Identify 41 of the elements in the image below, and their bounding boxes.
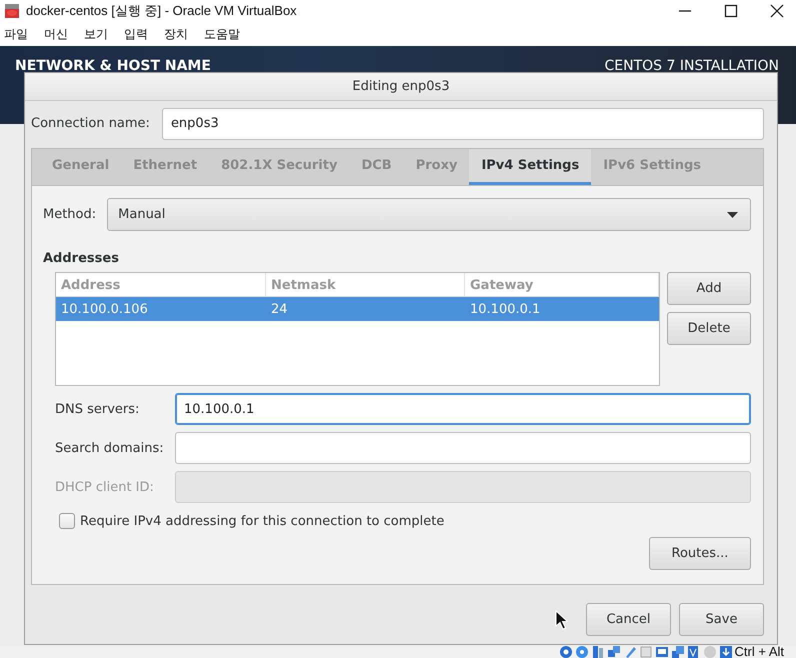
- maximize-icon[interactable]: [724, 4, 738, 18]
- field-label: Connection name:: [31, 116, 150, 131]
- method-dropdown[interactable]: Manual: [107, 198, 751, 231]
- table-cell-text: 10.100.0.1: [469, 302, 542, 316]
- download-icon[interactable]: [718, 645, 732, 658]
- close-icon[interactable]: [770, 4, 784, 18]
- section-heading: Addresses: [43, 251, 120, 268]
- tab[interactable]: IPv4 Settings: [469, 149, 592, 185]
- display-icon[interactable]: [654, 645, 668, 658]
- field-label: DNS servers:: [55, 402, 140, 416]
- checkbox-label: Require IPv4 addressing for this connection to complete: [80, 514, 444, 528]
- address-button[interactable]: Add: [667, 272, 751, 305]
- dialog-button[interactable]: Cancel: [586, 603, 671, 636]
- menu-item[interactable]: 입력: [124, 26, 148, 42]
- field-label: Search domains:: [55, 440, 165, 456]
- field-label: Method:: [43, 207, 96, 222]
- input-field[interactable]: [175, 432, 751, 464]
- host-key-label: Ctrl + Alt: [734, 645, 784, 658]
- routes-button[interactable]: Routes...: [649, 537, 751, 570]
- product-title: CENTOS 7 INSTALLATION: [604, 58, 779, 74]
- dialog-title: Editing enp0s3: [25, 73, 777, 101]
- checkbox[interactable]: [59, 513, 75, 529]
- menu-item[interactable]: 도움말: [204, 26, 240, 42]
- menu-item[interactable]: 보기: [84, 26, 108, 42]
- menu-item[interactable]: 파일: [4, 26, 28, 42]
- table-cell-text: 10.100.0.106: [60, 302, 149, 316]
- window-title: docker-centos [실행 중] - Oracle VM VirtualBox: [26, 2, 298, 20]
- mouse-cursor-icon: [555, 610, 568, 630]
- optical-disc-icon[interactable]: [574, 645, 588, 658]
- address-button[interactable]: Delete: [667, 312, 751, 345]
- app-icon: [4, 3, 20, 19]
- input-field[interactable]: 10.100.0.1: [175, 393, 751, 425]
- disk-icon[interactable]: [558, 645, 572, 658]
- dialog-button[interactable]: Save: [679, 603, 764, 636]
- dropdown-arrow-icon: [727, 212, 738, 218]
- menu-item[interactable]: 장치: [164, 26, 188, 42]
- field-label: DHCP client ID:: [55, 480, 155, 494]
- input-field[interactable]: enp0s3: [162, 108, 764, 140]
- installer-heading: NETWORK & HOST NAME: [15, 58, 211, 74]
- menu-item[interactable]: 머신: [44, 26, 68, 42]
- table-cell-text: 24: [270, 302, 289, 316]
